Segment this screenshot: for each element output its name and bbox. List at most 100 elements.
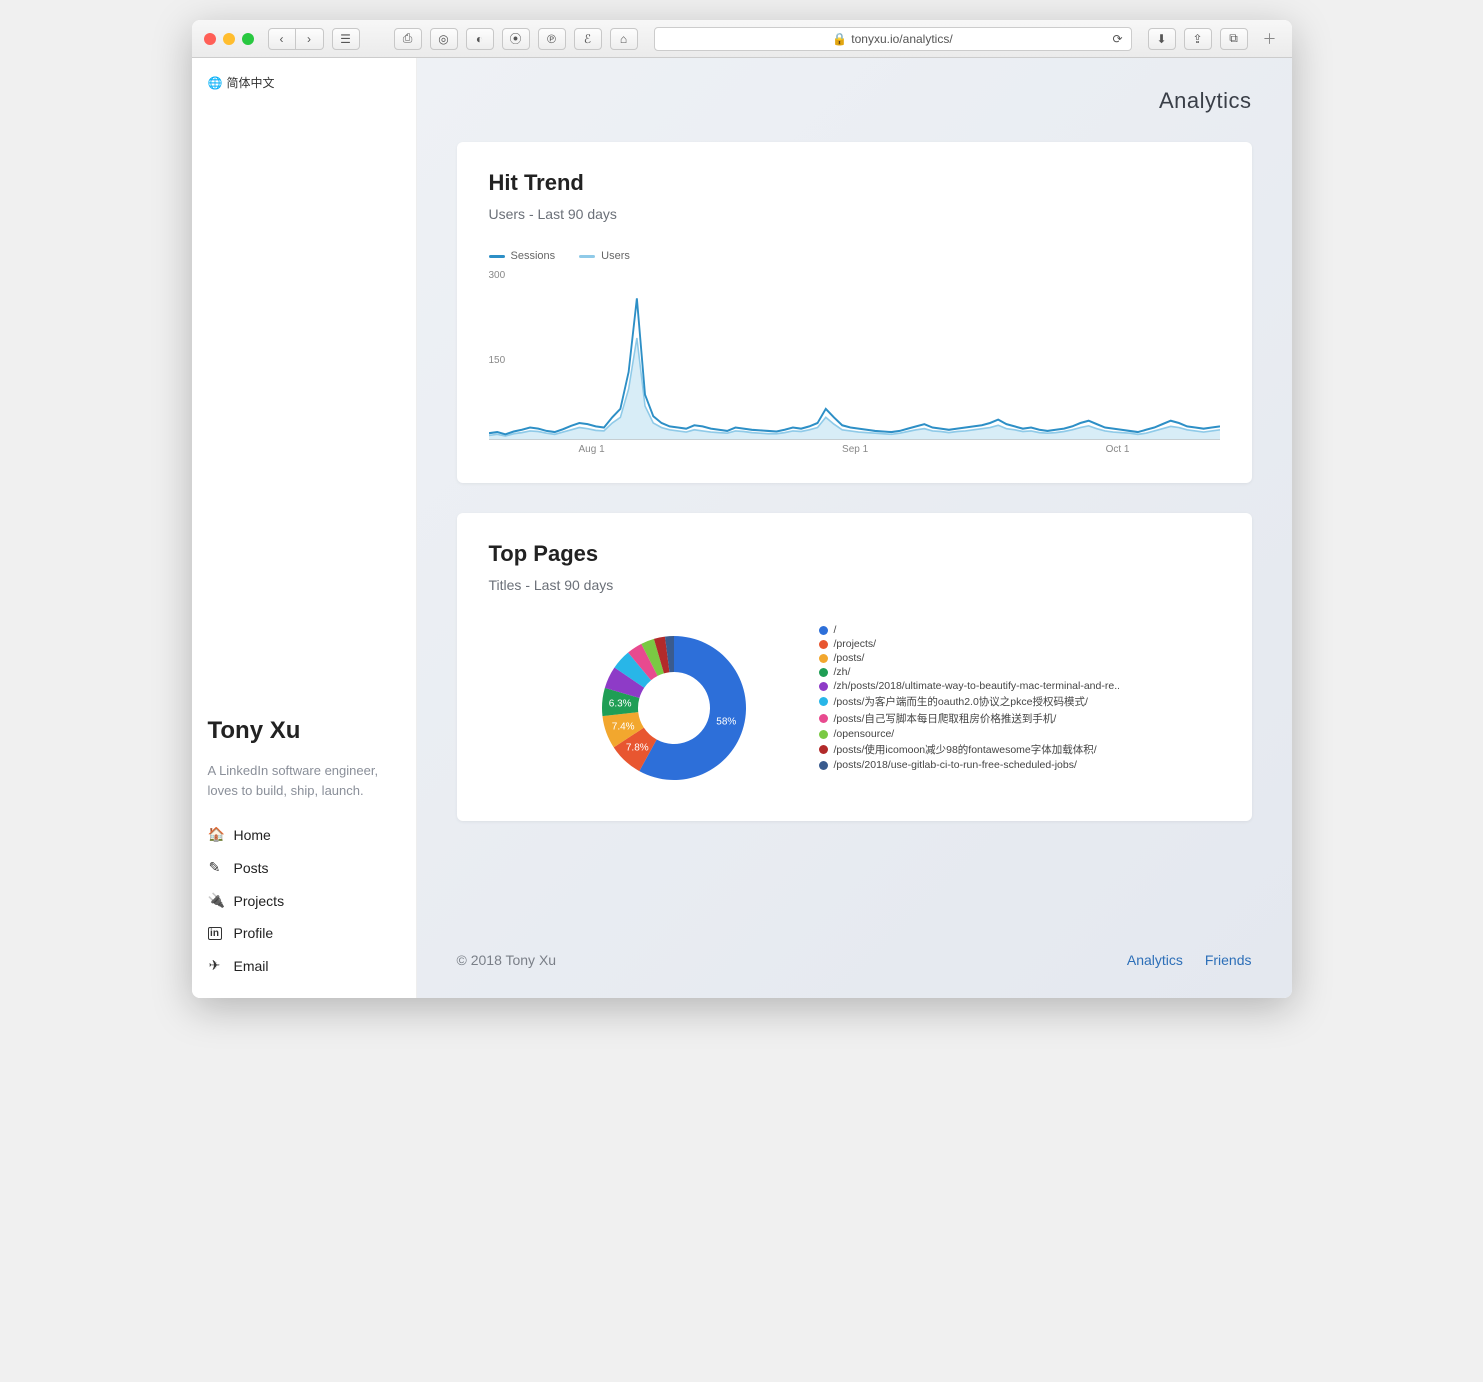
plug-icon: 🔌 [208,892,222,909]
sidebar-item-home[interactable]: 🏠 Home [208,818,400,851]
home-icon: 🏠 [208,826,222,843]
pinterest-icon[interactable]: ℗ [538,28,566,50]
legend-label: /posts/使用icomoon减少98的fontawesome字体加载体积/ [834,742,1097,757]
minimize-window-button[interactable] [223,33,235,45]
footer-link-friends[interactable]: Friends [1205,952,1252,968]
extension-icon[interactable]: ◐ [466,28,494,50]
legend-item: /opensource/ [819,727,1119,741]
legend-item: /posts/2018/use-gitlab-ci-to-run-free-sc… [819,758,1119,772]
svg-text:7.4%: 7.4% [611,721,634,732]
evernote-icon[interactable]: ℰ [574,28,602,50]
legend-item: /posts/自己写脚本每日爬取租房价格推送到手机/ [819,710,1119,727]
donut-legend: / /projects/ /posts/ /zh/ /zh/posts/2018/ult… [819,623,1119,793]
copyright: © 2018 Tony Xu [457,952,557,968]
legend-dot [819,745,828,754]
sidebar-item-label: Profile [234,925,274,941]
sidebar-nav: 🏠 Home ✎ Posts 🔌 Projects inProfile ✈ Email [208,818,400,982]
legend-dot [819,682,828,691]
line-chart-x-axis: Aug 1 Sep 1 Oct 1 [489,440,1220,455]
legend-dot [819,668,828,677]
pencil-icon: ✎ [208,859,222,876]
home-icon[interactable]: ⌂ [610,28,638,50]
top-pages-heading: Top Pages [489,541,1220,567]
traffic-lights [204,33,254,45]
print-icon[interactable]: ⎙ [394,28,422,50]
top-pages-subheading: Titles - Last 90 days [489,577,1220,593]
hit-trend-subheading: Users - Last 90 days [489,206,1220,222]
sidebar-toggle-button[interactable]: ☰ [332,28,360,50]
main-content: Analytics Hit Trend Users - Last 90 days… [417,58,1292,998]
legend-dot [819,714,828,723]
legend-label: /posts/为客户端而生的oauth2.0协议之pkce授权码模式/ [834,694,1088,709]
legend-dot [819,640,828,649]
hit-trend-card: Hit Trend Users - Last 90 days Sessions … [457,142,1252,483]
sidebar-item-profile[interactable]: inProfile [208,917,400,949]
svg-text:58%: 58% [716,716,736,727]
donut-chart: 58% 7.8% 7.4% 6.3% [589,623,759,793]
legend-item: / [819,623,1119,637]
maximize-window-button[interactable] [242,33,254,45]
legend-label: /zh/ [834,666,851,678]
legend-item: /zh/posts/2018/ultimate-way-to-beautify-… [819,679,1119,693]
reload-icon[interactable]: ⟳ [1112,32,1122,46]
new-tab-button[interactable]: ＋ [1260,20,1280,58]
legend-item: /zh/ [819,665,1119,679]
back-button[interactable]: ‹ [268,28,296,50]
paper-plane-icon: ✈ [208,957,222,974]
legend-dot [819,697,828,706]
legend-dot [819,730,828,739]
language-switcher[interactable]: 🌐 简体中文 [208,74,400,91]
legend-label: /projects/ [834,638,877,650]
legend-users: Users [579,250,630,262]
downloads-icon[interactable]: ⬇ [1148,28,1176,50]
site-description: A LinkedIn software engineer, loves to b… [208,761,400,800]
sidebar-item-email[interactable]: ✈ Email [208,949,400,982]
sidebar-item-label: Email [234,958,269,974]
hit-trend-heading: Hit Trend [489,170,1220,196]
svg-text:7.8%: 7.8% [625,743,648,754]
globe-icon: 🌐 [208,76,223,90]
sessions-swatch [489,255,505,258]
sidebar-item-posts[interactable]: ✎ Posts [208,851,400,884]
legend-dot [819,654,828,663]
legend-item: /projects/ [819,637,1119,651]
legend-label: /posts/ [834,652,865,664]
page-footer: © 2018 Tony Xu Analytics Friends [457,922,1252,968]
rss-icon[interactable]: ⦿ [502,28,530,50]
sidebar-item-label: Home [234,827,271,843]
svg-text:6.3%: 6.3% [608,698,631,709]
legend-dot [819,626,828,635]
users-swatch [579,255,595,258]
legend-item: /posts/使用icomoon减少98的fontawesome字体加载体积/ [819,741,1119,758]
legend-item: /posts/ [819,651,1119,665]
legend-label: / [834,624,837,636]
legend-sessions: Sessions [489,250,556,262]
language-label: 简体中文 [226,74,274,91]
sidebar-item-label: Posts [234,860,269,876]
close-window-button[interactable] [204,33,216,45]
browser-chrome: ‹ › ☰ ⎙ ◎ ◐ ⦿ ℗ ℰ ⌂ 🔒 tonyxu.io/analytic… [192,20,1292,58]
legend-label: /zh/posts/2018/ultimate-way-to-beautify-… [834,680,1119,692]
footer-link-analytics[interactable]: Analytics [1127,952,1183,968]
lock-icon: 🔒 [832,32,847,46]
footer-links: Analytics Friends [1109,952,1252,968]
page-title: Analytics [457,88,1252,114]
legend-label: /posts/2018/use-gitlab-ci-to-run-free-sc… [834,759,1077,771]
extension-icon[interactable]: ◎ [430,28,458,50]
url-text: tonyxu.io/analytics/ [851,32,952,46]
site-sidebar: 🌐 简体中文 Tony Xu A LinkedIn software engin… [192,58,417,998]
legend-label: /opensource/ [834,728,895,740]
share-icon[interactable]: ⇪ [1184,28,1212,50]
top-pages-card: Top Pages Titles - Last 90 days 58% 7.8% 7… [457,513,1252,821]
line-chart-legend: Sessions Users [489,250,1220,262]
line-chart: 300 150 [489,270,1220,440]
legend-item: /posts/为客户端而生的oauth2.0协议之pkce授权码模式/ [819,693,1119,710]
site-title: Tony Xu [208,717,400,745]
sidebar-item-projects[interactable]: 🔌 Projects [208,884,400,917]
address-bar[interactable]: 🔒 tonyxu.io/analytics/ ⟳ [654,27,1132,51]
tabs-icon[interactable]: ⧉ [1220,28,1248,50]
forward-button[interactable]: › [296,28,324,50]
legend-dot [819,761,828,770]
sidebar-item-label: Projects [234,893,285,909]
legend-label: /posts/自己写脚本每日爬取租房价格推送到手机/ [834,711,1057,726]
